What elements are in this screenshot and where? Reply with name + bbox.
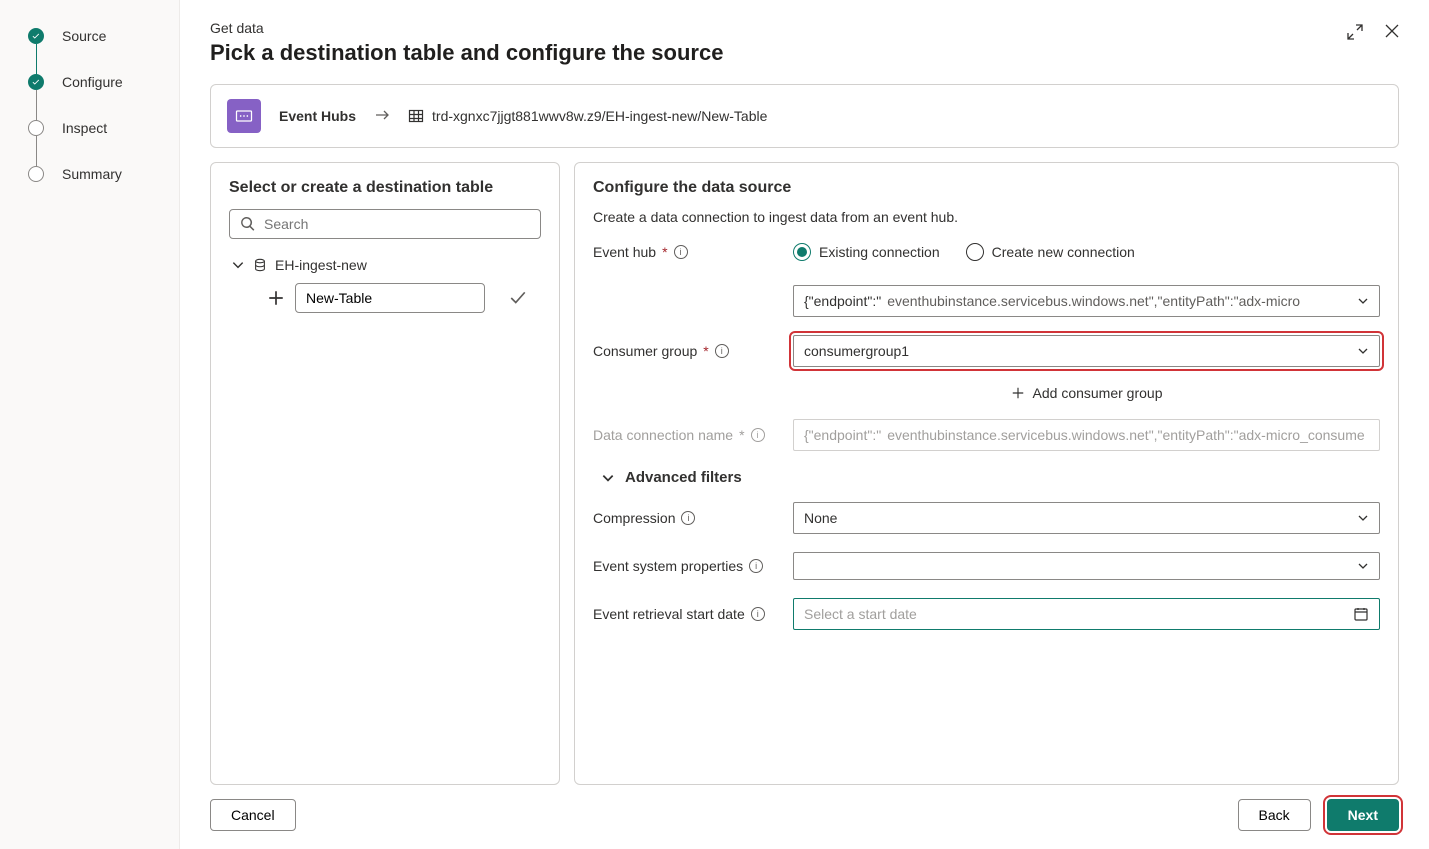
step-inspect[interactable]: Inspect: [28, 120, 179, 136]
step-done-icon: [28, 74, 44, 90]
endpoint-select[interactable]: {"endpoint":" eventhubinstance.servicebu…: [793, 285, 1380, 317]
step-pending-icon: [28, 120, 44, 136]
new-table-input[interactable]: [295, 283, 485, 313]
compression-select[interactable]: None: [793, 502, 1380, 534]
radio-unselected-icon: [966, 243, 984, 261]
existing-connection-radio[interactable]: Existing connection: [793, 243, 940, 261]
consumer-group-select[interactable]: consumergroup1: [793, 335, 1380, 367]
step-label: Source: [62, 28, 106, 44]
info-icon[interactable]: i: [681, 511, 695, 525]
chevron-down-icon: [1357, 512, 1369, 524]
chevron-down-icon: [1357, 560, 1369, 572]
back-button[interactable]: Back: [1238, 799, 1311, 831]
db-node[interactable]: EH-ingest-new: [229, 257, 541, 273]
add-consumer-group-button[interactable]: Add consumer group: [793, 385, 1380, 401]
event-system-props-select[interactable]: [793, 552, 1380, 580]
wizard-stepper: Source Configure Inspect Summary: [0, 0, 180, 849]
plus-icon: [1011, 386, 1025, 400]
right-panel-subtitle: Create a data connection to ingest data …: [593, 209, 1380, 225]
destination-text: trd-xgnxc7jjgt881wwv8w.z9/EH-ingest-new/…: [432, 108, 767, 124]
chevron-down-icon: [1357, 295, 1369, 307]
start-date-picker[interactable]: Select a start date: [793, 598, 1380, 630]
destination-table-panel: Select or create a destination table EH-…: [210, 162, 560, 785]
retrieval-date-label: Event retrieval start date i: [593, 606, 793, 622]
left-panel-title: Select or create a destination table: [229, 179, 541, 197]
search-input[interactable]: [264, 216, 530, 232]
chevron-down-icon: [1357, 345, 1369, 357]
step-summary[interactable]: Summary: [28, 166, 179, 182]
data-connection-name-label: Data connection name * i: [593, 427, 793, 443]
info-icon[interactable]: i: [674, 245, 688, 259]
step-label: Inspect: [62, 120, 107, 136]
calendar-icon: [1353, 606, 1369, 622]
compression-label: Compression i: [593, 510, 793, 526]
source-label: Event Hubs: [279, 108, 356, 124]
event-system-props-label: Event system properties i: [593, 558, 793, 574]
main-content: Get data Pick a destination table and co…: [180, 0, 1429, 849]
table-search[interactable]: [229, 209, 541, 239]
confirm-table-icon[interactable]: [509, 289, 527, 307]
arrow-right-icon: [374, 107, 390, 126]
page-title: Pick a destination table and configure t…: [210, 40, 723, 66]
right-panel-title: Configure the data source: [593, 179, 1380, 197]
wizard-footer: Cancel Back Next: [210, 785, 1399, 849]
next-button[interactable]: Next: [1327, 799, 1399, 831]
step-pending-icon: [28, 166, 44, 182]
data-connection-name-input[interactable]: {"endpoint":" eventhubinstance.servicebu…: [793, 419, 1380, 451]
destination-path: trd-xgnxc7jjgt881wwv8w.z9/EH-ingest-new/…: [408, 108, 767, 124]
event-hub-label: Event hub * i: [593, 244, 793, 260]
chevron-down-icon: [231, 258, 245, 272]
db-name: EH-ingest-new: [275, 257, 367, 273]
step-label: Summary: [62, 166, 122, 182]
add-table-icon[interactable]: [267, 289, 285, 307]
info-icon[interactable]: i: [751, 607, 765, 621]
radio-selected-icon: [793, 243, 811, 261]
database-icon: [253, 258, 267, 272]
configure-source-panel: Configure the data source Create a data …: [574, 162, 1399, 785]
chevron-down-icon: [601, 471, 615, 485]
info-icon[interactable]: i: [751, 428, 765, 442]
cancel-button[interactable]: Cancel: [210, 799, 296, 831]
info-icon[interactable]: i: [749, 559, 763, 573]
step-done-icon: [28, 28, 44, 44]
source-destination-path: Event Hubs trd-xgnxc7jjgt881wwv8w.z9/EH-…: [210, 84, 1399, 148]
step-configure[interactable]: Configure: [28, 74, 179, 90]
step-source[interactable]: Source: [28, 28, 179, 44]
create-connection-radio[interactable]: Create new connection: [966, 243, 1135, 261]
event-hubs-icon: [227, 99, 261, 133]
breadcrumb: Get data: [210, 20, 723, 36]
step-label: Configure: [62, 74, 123, 90]
expand-icon[interactable]: [1347, 24, 1363, 45]
advanced-filters-toggle[interactable]: Advanced filters: [601, 469, 1380, 486]
close-icon[interactable]: [1385, 24, 1399, 45]
consumer-group-label: Consumer group * i: [593, 343, 793, 359]
info-icon[interactable]: i: [715, 344, 729, 358]
